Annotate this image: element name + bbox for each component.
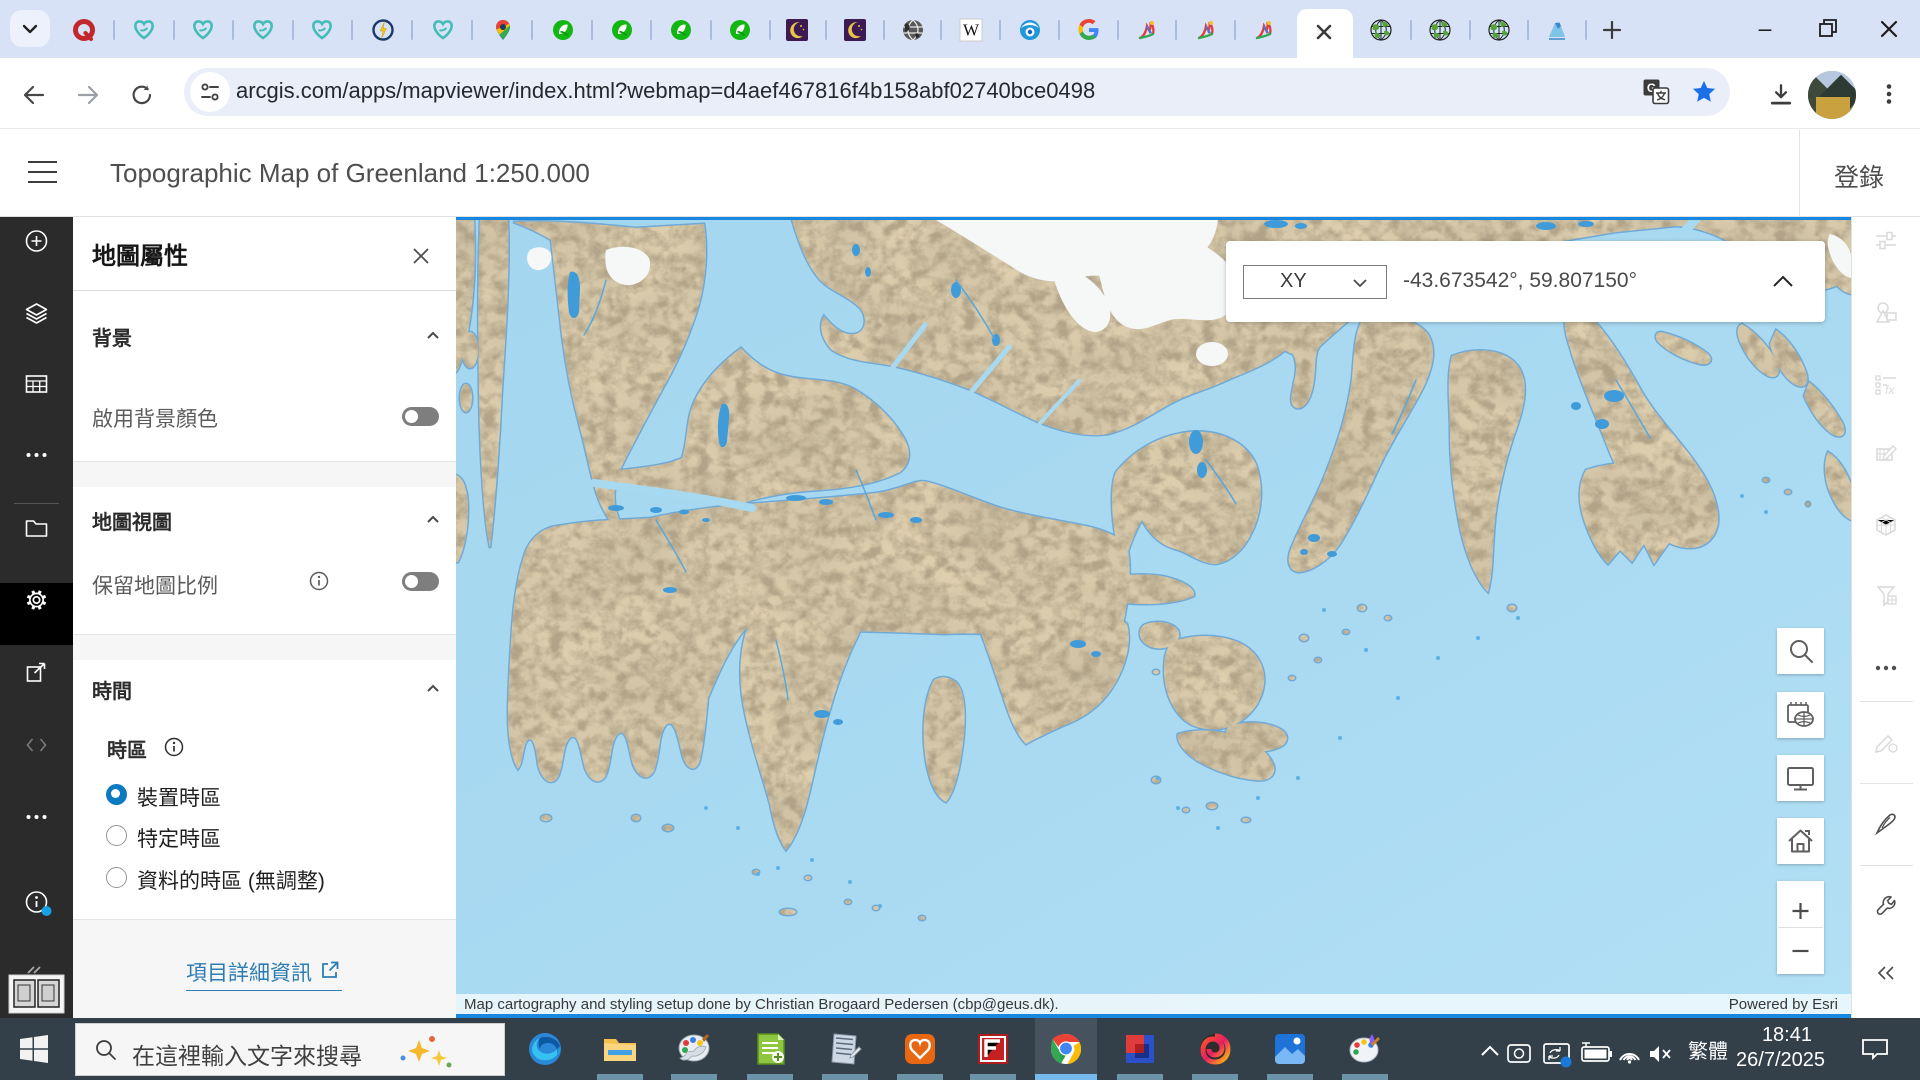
svg-text:fx: fx: [1885, 383, 1895, 397]
svg-text:W: W: [963, 21, 980, 40]
